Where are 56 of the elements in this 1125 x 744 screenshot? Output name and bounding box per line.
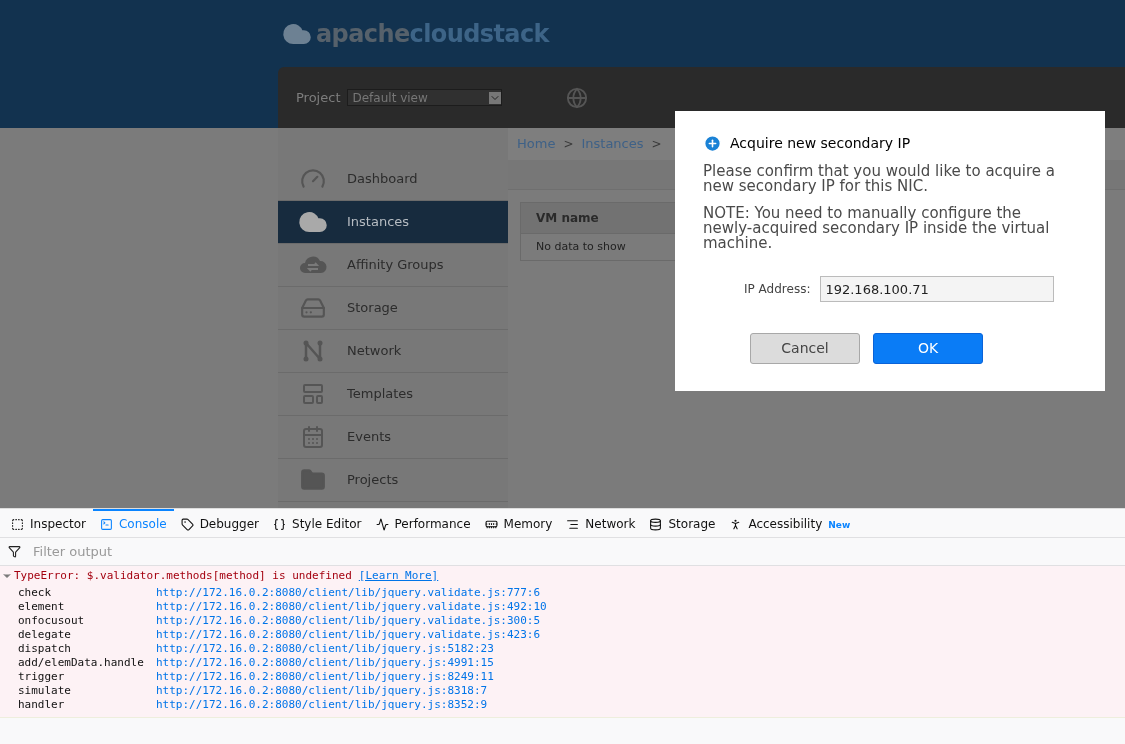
breadcrumb-separator: >	[651, 136, 662, 153]
stack-function: dispatch	[18, 640, 72, 657]
inspector-icon	[11, 517, 24, 531]
project-select[interactable]: Default view	[347, 89, 503, 106]
globe-icon[interactable]	[566, 86, 589, 109]
cancel-button[interactable]: Cancel	[750, 333, 860, 364]
dialog-text: NOTE: You need to manually configure the newly-acquired secondary IP inside the virtual machine.	[703, 206, 1051, 251]
network-icon	[566, 517, 580, 531]
sidebar-item[interactable]: Templates	[278, 373, 508, 416]
devtools-tab[interactable]: Network	[559, 509, 643, 537]
template-icon	[300, 382, 325, 406]
sidebar-item[interactable]: Instances	[278, 201, 508, 244]
stack-function: check	[18, 584, 53, 601]
stack-function: simulate	[18, 682, 72, 699]
dialog-title: Acquire new secondary IP	[730, 134, 911, 153]
breadcrumb-separator: >	[563, 136, 574, 153]
error-text: TypeError: $.validator.methods[method] is undefined	[14, 567, 352, 584]
dropdown-icon	[489, 91, 502, 104]
console-icon	[100, 517, 113, 531]
sidebar-item[interactable]: Storage	[278, 287, 508, 330]
ip-address-field[interactable]: 192.168.100.71	[820, 276, 1055, 302]
filter-field[interactable]: Filter output	[33, 541, 1125, 562]
devtools-tab[interactable]: Inspector	[4, 509, 93, 537]
stack-function: trigger	[18, 668, 66, 685]
devtools-tab[interactable]: Accessibility New	[722, 509, 858, 537]
sidebar-item[interactable]: Network	[278, 330, 508, 373]
logo: apachecloudstack	[282, 15, 549, 52]
plus-icon	[703, 134, 722, 153]
stack-function: handler	[18, 696, 66, 713]
sidebar-item[interactable]: Affinity Groups	[278, 244, 508, 287]
database-icon	[649, 517, 663, 531]
braces-icon	[273, 517, 287, 531]
new-label: New	[828, 518, 851, 532]
dialog-text: Please confirm that you would like to acquire a new secondary IP for this NIC.	[703, 164, 1057, 194]
filter-icon	[8, 545, 21, 558]
calendar-icon	[300, 425, 325, 449]
stack-function: delegate	[18, 626, 72, 643]
devtools-tab[interactable]: Style Editor	[266, 509, 369, 537]
devtools-tab[interactable]: Performance	[368, 509, 478, 537]
devtools-tab[interactable]: Console	[93, 509, 174, 537]
stack-function: element	[18, 598, 66, 615]
devtools-tab[interactable]: Memory	[477, 509, 560, 537]
sidebar-item[interactable]: Events	[278, 416, 508, 459]
folder-icon	[299, 467, 326, 493]
learn-more-link[interactable]: [Learn More]	[358, 567, 439, 585]
devtools-tab[interactable]: Debugger	[173, 509, 267, 537]
sidebar-item[interactable]: Projects	[278, 459, 508, 502]
stack-function: add/elemData.handle	[18, 654, 145, 671]
stack-function: onfocusout	[18, 612, 86, 629]
ok-button[interactable]: OK	[873, 333, 983, 364]
field-label: IP Address:	[744, 281, 811, 298]
hard-drive-icon	[299, 295, 326, 321]
devtools-tab[interactable]: Storage	[642, 509, 723, 537]
empty-message: No data to show	[535, 238, 627, 255]
project-label: Project	[296, 88, 341, 107]
tag-icon	[180, 517, 194, 531]
